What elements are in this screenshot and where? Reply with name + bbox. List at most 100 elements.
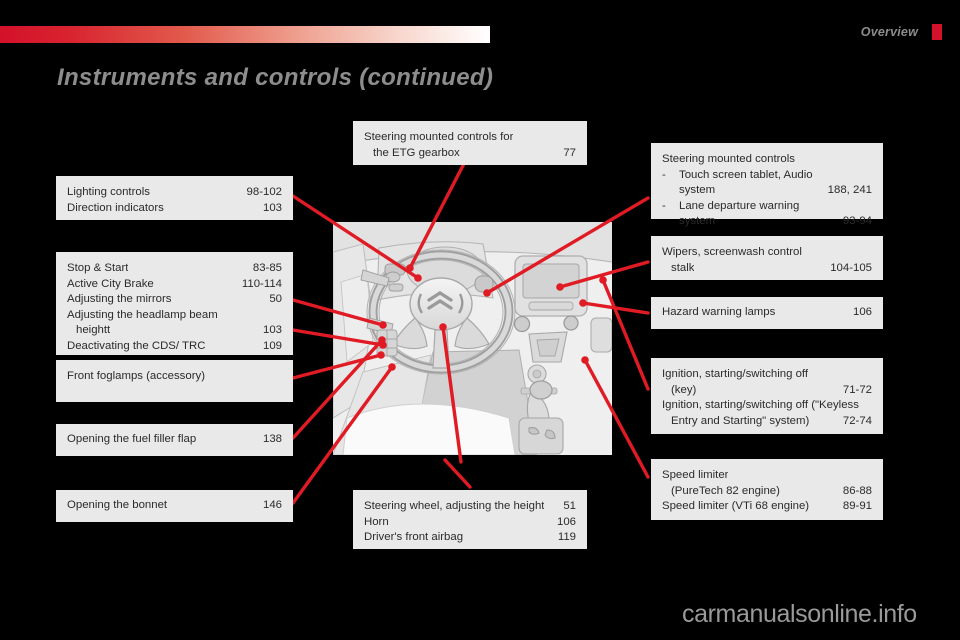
callout-row: - Lane departure warning bbox=[662, 199, 872, 215]
section-color-marker bbox=[932, 24, 942, 40]
callout-row: Driver's front airbag 119 bbox=[364, 530, 576, 546]
callout-row: Lighting controls 98-102 bbox=[67, 185, 282, 201]
callout-row: Wipers, screenwash control bbox=[662, 245, 872, 261]
callout-row: Ignition, starting/switching off ("Keyle… bbox=[662, 398, 872, 414]
callout-text: heightt bbox=[76, 324, 111, 337]
callout-title-row: Steering mounted controls bbox=[662, 152, 872, 168]
callout-row: Ignition, starting/switching off bbox=[662, 367, 872, 383]
callout-row: - Touch screen tablet, Audio bbox=[662, 168, 872, 184]
callout-row: (PureTech 82 engine) 86-88 bbox=[662, 484, 872, 500]
callout-text: Ignition, starting/switching off bbox=[662, 368, 809, 380]
bullet-dash: - bbox=[662, 168, 666, 181]
callout-text: Speed limiter bbox=[662, 469, 729, 481]
bullet-dash: - bbox=[662, 199, 666, 212]
callout-page: 86-88 bbox=[842, 484, 872, 497]
callout-text: Opening the bonnet bbox=[67, 499, 168, 511]
callout-page: 98-102 bbox=[246, 186, 282, 198]
callout-row: Opening the fuel filler flap 138 bbox=[67, 432, 282, 448]
callout-row: Entry and Starting" system) 72-74 bbox=[662, 414, 872, 430]
callout-text: Speed limiter (VTi 68 engine) bbox=[662, 500, 810, 513]
callout-text: Opening the fuel filler flap bbox=[67, 433, 197, 445]
callout-row: Active City Brake 110-114 bbox=[67, 277, 282, 293]
callout-row: Front foglamps (accessory) bbox=[67, 369, 282, 385]
callout-row: Deactivating the CDS/ TRC 109 bbox=[67, 339, 282, 355]
callout-page: 77 bbox=[563, 146, 576, 159]
callout-page: 138 bbox=[262, 433, 282, 445]
callout-wipers-screenwash: Wipers, screenwash control stalk 104-105 bbox=[651, 236, 883, 280]
callout-page: 109 bbox=[262, 339, 282, 352]
callout-page: 106 bbox=[852, 306, 872, 318]
callout-page: 119 bbox=[557, 531, 576, 544]
header-accent-bar bbox=[0, 26, 490, 43]
page-title: Instruments and controls (continued) bbox=[57, 64, 494, 91]
callout-text: Entry and Starting" system) bbox=[671, 414, 810, 427]
callout-text: (key) bbox=[671, 383, 697, 396]
callout-text: stalk bbox=[671, 261, 695, 274]
callout-row: system 188, 241 bbox=[662, 183, 872, 199]
callout-steering-mounted-etg: Steering mounted controls for the ETG ge… bbox=[353, 121, 587, 165]
callout-row: Horn 106 bbox=[364, 515, 576, 531]
callout-text: Front foglamps (accessory) bbox=[67, 370, 205, 382]
callout-page: 50 bbox=[269, 293, 282, 306]
callout-row: Opening the bonnet 146 bbox=[67, 498, 282, 514]
callout-row: Direction indicators 103 bbox=[67, 201, 282, 217]
callout-row: (key) 71-72 bbox=[662, 383, 872, 399]
callout-text: Horn bbox=[364, 515, 389, 528]
callout-row: stalk 104-105 bbox=[662, 261, 872, 277]
callout-speed-limiter: Speed limiter (PureTech 82 engine) 86-88… bbox=[651, 459, 883, 520]
callout-text: Steering mounted controls for bbox=[364, 131, 514, 143]
callout-page: 110-114 bbox=[241, 277, 282, 290]
callout-row: the ETG gearbox 77 bbox=[364, 146, 576, 162]
callout-front-foglamps: Front foglamps (accessory) bbox=[56, 360, 293, 402]
callout-text: Hazard warning lamps bbox=[662, 306, 776, 318]
callout-text: Adjusting the mirrors bbox=[67, 293, 172, 306]
callout-hazard-warning-lamps: Hazard warning lamps 106 bbox=[651, 297, 883, 329]
callout-row: heightt 103 bbox=[67, 323, 282, 339]
callout-page: 188, 241 bbox=[827, 184, 872, 197]
callout-text: system bbox=[679, 215, 716, 228]
callout-page: 51 bbox=[563, 500, 576, 512]
callout-row: Adjusting the mirrors 50 bbox=[67, 292, 282, 308]
callout-page: 103 bbox=[262, 201, 282, 214]
callout-row: Speed limiter (VTi 68 engine) 89-91 bbox=[662, 499, 872, 515]
callout-text: (PureTech 82 engine) bbox=[671, 484, 780, 497]
car-dashboard-illustration bbox=[333, 222, 612, 455]
callout-text: Stop & Start bbox=[67, 262, 129, 274]
callout-text: Direction indicators bbox=[67, 201, 164, 214]
callout-page: 93-94 bbox=[842, 215, 872, 228]
callout-text: Ignition, starting/switching off ("Keyle… bbox=[662, 399, 859, 412]
callout-steering-wheel-horn-airbag: Steering wheel, adjusting the height 51 … bbox=[353, 490, 587, 549]
callout-text: Driver's front airbag bbox=[364, 531, 464, 544]
callout-text: Steering wheel, adjusting the height bbox=[364, 500, 545, 512]
callout-page: 106 bbox=[556, 515, 576, 528]
callout-text: Wipers, screenwash control bbox=[662, 246, 802, 258]
callout-ignition-starting: Ignition, starting/switching off (key) 7… bbox=[651, 358, 883, 434]
callout-row: Adjusting the headlamp beam bbox=[67, 308, 282, 324]
callout-page: 146 bbox=[262, 499, 282, 511]
callout-page: 71-72 bbox=[842, 383, 872, 396]
callout-page: 89-91 bbox=[842, 500, 872, 513]
callout-steering-mounted-controls: Steering mounted controls - Touch screen… bbox=[651, 143, 883, 227]
callout-row: Stop & Start 83-85 bbox=[67, 261, 282, 277]
callout-text: Lighting controls bbox=[67, 186, 150, 198]
callout-text: system bbox=[679, 184, 716, 197]
callout-lighting-controls: Lighting controls 98-102 Direction indic… bbox=[56, 176, 293, 220]
callout-text: Touch screen tablet, Audio bbox=[679, 168, 813, 181]
callout-fuel-filler-flap: Opening the fuel filler flap 138 bbox=[56, 424, 293, 456]
callout-row: Hazard warning lamps 106 bbox=[662, 305, 872, 321]
callout-page: 104-105 bbox=[830, 261, 872, 274]
callout-row: Steering wheel, adjusting the height 51 bbox=[364, 499, 576, 515]
site-watermark: carmanualsonline.info bbox=[682, 600, 917, 628]
callout-text: the ETG gearbox bbox=[373, 146, 460, 159]
callout-row: system 93-94 bbox=[662, 214, 872, 230]
callout-text: Adjusting the headlamp beam bbox=[67, 308, 218, 321]
callout-driving-aids: Stop & Start 83-85 Active City Brake 110… bbox=[56, 252, 293, 355]
callout-row: Speed limiter bbox=[662, 468, 872, 484]
callout-page: 72-74 bbox=[842, 414, 872, 427]
section-label: Overview bbox=[860, 25, 918, 39]
callout-text: Lane departure warning bbox=[679, 199, 800, 212]
callout-row: Steering mounted controls for bbox=[364, 130, 576, 146]
callout-text: Steering mounted controls bbox=[662, 153, 795, 165]
callout-text: Active City Brake bbox=[67, 277, 154, 290]
callout-opening-bonnet: Opening the bonnet 146 bbox=[56, 490, 293, 522]
